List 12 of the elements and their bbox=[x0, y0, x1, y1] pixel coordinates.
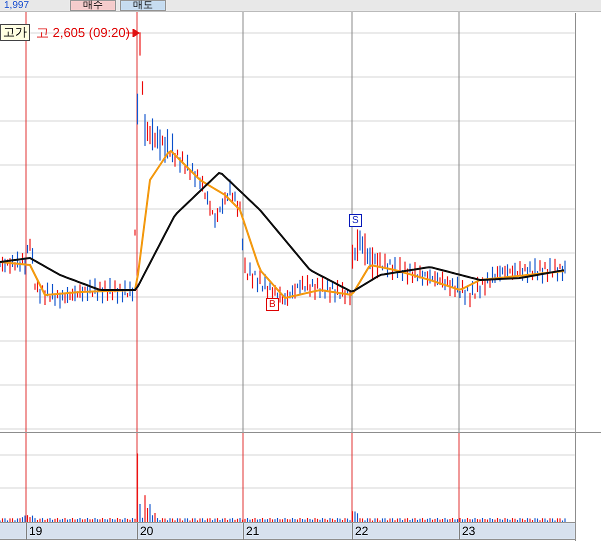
high-price-label: 고 2,605 (09:20) bbox=[36, 26, 130, 40]
price-quote: 1,997 bbox=[4, 1, 30, 11]
date-label: 21 bbox=[243, 523, 260, 540]
sell-button[interactable]: 매도 bbox=[120, 0, 166, 11]
high-tag: 고가 bbox=[0, 24, 30, 41]
date-label: 23 bbox=[459, 523, 476, 540]
sell-signal-marker: S bbox=[349, 214, 362, 227]
buy-signal-marker: B bbox=[266, 298, 279, 311]
date-label: 19 bbox=[26, 523, 42, 540]
buy-button[interactable]: 매수 bbox=[70, 0, 116, 11]
date-label: 22 bbox=[352, 523, 368, 540]
date-label: 20 bbox=[137, 523, 154, 540]
